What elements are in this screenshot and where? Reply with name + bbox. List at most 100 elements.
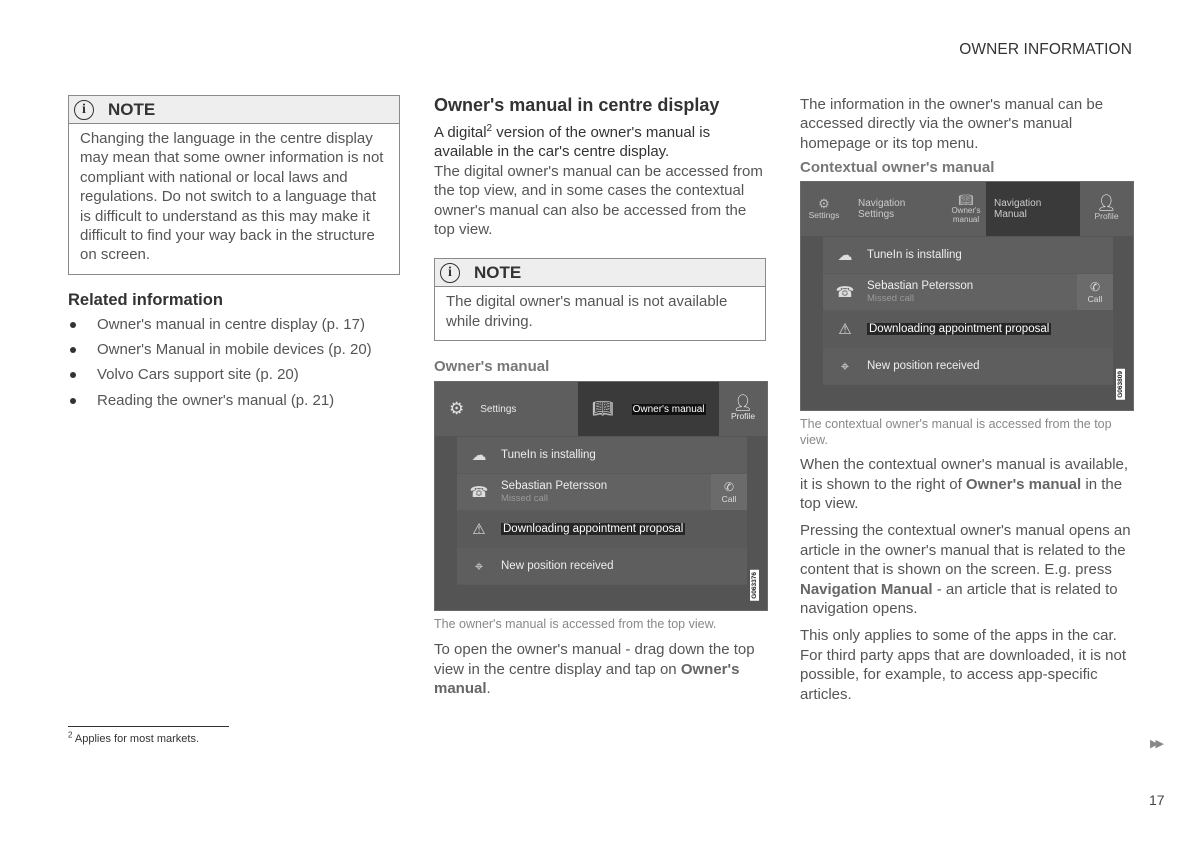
intro-text: A digital — [434, 124, 487, 141]
image-code: G063376 — [750, 569, 759, 601]
settings-tab[interactable]: ⚙ Settings — [801, 182, 847, 236]
related-link[interactable]: Owner's manual in centre display (p. 17) — [68, 312, 400, 337]
nav-settings-label: Settings — [858, 209, 895, 221]
nav-manual-label: Manual — [994, 209, 1027, 221]
warning-icon: ⚠ — [472, 521, 486, 539]
notification-text: Sebastian Petersson Missed call — [867, 280, 973, 304]
cloud-download-icon: ☁ — [837, 247, 853, 265]
missed-call-icon: ☎ — [469, 484, 489, 502]
paragraph-text: Pressing the contextual owner's manual o… — [800, 522, 1131, 579]
notification-item[interactable]: ☁ TuneIn is installing — [457, 437, 747, 474]
owners-manual-label: Owner's manual — [631, 403, 706, 415]
nav-manual-label: Navigation — [994, 198, 1042, 210]
profile-label: Profile — [1094, 211, 1119, 222]
note-header: i NOTE — [435, 259, 765, 288]
navigation-manual-tab[interactable]: Navigation Manual — [986, 182, 1080, 237]
paragraph: When the contextual owner's manual is av… — [800, 455, 1132, 513]
notification-title: Sebastian Petersson — [501, 480, 608, 493]
profile-icon: 👤︎ — [732, 395, 754, 413]
settings-label: Settings — [480, 403, 517, 415]
footnote: 2 Applies for most markets. — [68, 731, 199, 745]
call-button[interactable]: ✆ Call — [1077, 274, 1113, 311]
owners-manual-tab[interactable]: 📖︎ Owner's manual — [946, 182, 986, 236]
figure-caption: The contextual owner's manual is accesse… — [800, 417, 1112, 448]
paragraph: The digital owner's manual can be access… — [434, 162, 763, 239]
owners-manual-label: manual — [952, 215, 980, 225]
section-title: OWNER INFORMATION — [959, 41, 1132, 58]
call-label: Call — [721, 494, 737, 505]
settings-label: Settings — [808, 210, 840, 221]
paragraph: The information in the owner's manual ca… — [800, 96, 1104, 152]
centre-display-screenshot: ⚙ Settings 📖︎ Owner's manual 👤︎ Profile … — [434, 381, 768, 612]
notification-title: TuneIn is installing — [867, 249, 962, 262]
notification-item[interactable]: ⚠ Downloading appointment proposal — [457, 511, 747, 548]
call-button[interactable]: ✆ Call — [711, 474, 747, 511]
paragraph: Pressing the contextual owner's manual o… — [800, 521, 1132, 618]
footnote-divider — [68, 726, 229, 727]
notification-title: TuneIn is installing — [501, 449, 596, 462]
notification-text: Sebastian Petersson Missed call — [501, 480, 607, 504]
image-code: G063809 — [1116, 369, 1125, 401]
notification-title: Downloading appointment proposal — [501, 523, 686, 536]
notification-subtitle: Missed call — [867, 293, 914, 305]
notification-item[interactable]: ☎ Sebastian Petersson Missed call ✆ Call — [457, 474, 747, 511]
phone-icon: ✆ — [723, 480, 735, 495]
paragraph: To open the owner's manual - drag down t… — [434, 640, 766, 698]
notification-subtitle: Missed call — [501, 493, 548, 505]
related-info-list: Owner's manual in centre display (p. 17)… — [68, 312, 400, 413]
nav-settings-label: Navigation — [858, 198, 906, 210]
phone-icon: ✆ — [1089, 280, 1101, 295]
profile-tab[interactable]: 👤︎ Profile — [1080, 182, 1133, 236]
note-header: i NOTE — [69, 96, 399, 124]
notification-item[interactable]: ☁ TuneIn is installing — [823, 237, 1113, 274]
cloud-download-icon: ☁ — [471, 447, 487, 465]
article-heading: Owner's manual in centre display — [434, 95, 720, 115]
notification-title: New position received — [867, 360, 980, 373]
notification-title: New position received — [501, 560, 614, 573]
call-label: Call — [1087, 294, 1103, 305]
profile-tab[interactable]: 👤︎ Profile — [719, 382, 767, 436]
note-body: The digital owner's manual is not availa… — [446, 293, 728, 330]
gear-icon: ⚙ — [449, 399, 465, 419]
owners-manual-tab[interactable]: 📖︎ Owner's manual — [578, 382, 719, 437]
note-box: i NOTE The digital owner's manual is not… — [434, 258, 766, 342]
notification-item[interactable]: ⚠ Downloading appointment proposal — [823, 311, 1113, 348]
related-info-heading: Related information — [68, 290, 223, 309]
column-left: i NOTE Changing the language in the cent… — [68, 95, 400, 413]
book-icon: 📖︎ — [958, 193, 974, 208]
footnote-text: Applies for most markets. — [72, 733, 199, 745]
ui-term: Owner's manual — [965, 475, 1082, 493]
related-link[interactable]: Reading the owner's manual (p. 21) — [68, 388, 400, 413]
note-box: i NOTE Changing the language in the cent… — [68, 95, 400, 275]
paragraph-text: . — [486, 680, 491, 698]
profile-icon: 👤︎ — [1096, 195, 1117, 213]
info-icon: i — [440, 262, 460, 283]
notification-item[interactable]: ☎ Sebastian Petersson Missed call ✆ Call — [823, 274, 1113, 311]
figure-heading: Contextual owner's manual — [800, 159, 995, 177]
column-right: The information in the owner's manual ca… — [800, 95, 1134, 704]
related-link[interactable]: Owner's Manual in mobile devices (p. 20) — [68, 337, 400, 362]
notification-list: ☁ TuneIn is installing ☎ Sebastian Peter… — [457, 437, 747, 586]
note-title: NOTE — [108, 99, 156, 119]
gear-icon: ⚙ — [818, 196, 830, 212]
notification-list: ☁ TuneIn is installing ☎ Sebastian Peter… — [823, 237, 1113, 386]
paragraph: This only applies to some of the apps in… — [800, 627, 1127, 703]
note-title: NOTE — [474, 262, 522, 282]
info-icon: i — [74, 99, 94, 120]
position-icon: ⌖ — [840, 357, 850, 375]
ui-term: Navigation Manual — [800, 580, 933, 598]
notification-item[interactable]: ⌖ New position received — [823, 348, 1113, 385]
profile-label: Profile — [730, 411, 756, 422]
notification-item[interactable]: ⌖ New position received — [457, 548, 747, 585]
notification-title: Sebastian Petersson — [867, 280, 974, 293]
book-icon: 📖︎ — [592, 399, 614, 419]
related-link[interactable]: Volvo Cars support site (p. 20) — [68, 362, 400, 387]
owners-manual-label: Owner's — [951, 206, 981, 216]
position-icon: ⌖ — [474, 557, 484, 575]
navigation-settings-tab[interactable]: Navigation Settings — [847, 182, 946, 236]
settings-tab[interactable]: ⚙ Settings — [435, 382, 578, 436]
intro-paragraph: A digital2 version of the owner's manual… — [434, 123, 766, 162]
double-arrow-right-icon[interactable]: ▶▶ — [1150, 737, 1164, 750]
page-number: 17 — [1149, 792, 1165, 808]
note-body: Changing the language in the centre disp… — [80, 130, 384, 264]
